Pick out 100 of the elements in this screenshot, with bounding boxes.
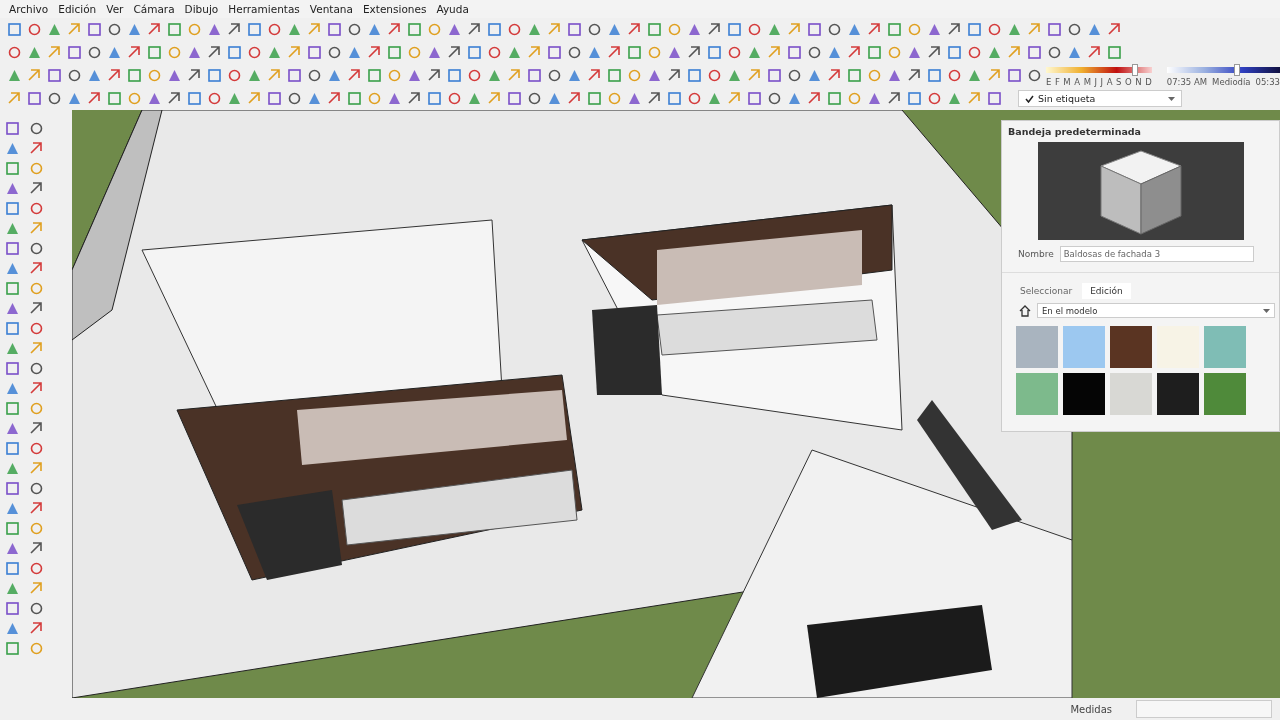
tool-icon[interactable] [586,44,603,61]
tool-icon[interactable] [4,180,21,197]
material-swatch[interactable] [1110,326,1152,368]
tool-icon[interactable] [106,44,123,61]
tool-icon[interactable] [986,90,1003,107]
tool-icon[interactable] [4,260,21,277]
tool-icon[interactable] [4,600,21,617]
tool-icon[interactable] [206,21,223,38]
menu-item[interactable]: Edición [53,3,102,15]
slider-thumb[interactable] [1233,64,1240,76]
tool-icon[interactable] [806,44,823,61]
tool-icon[interactable] [28,600,45,617]
tag-dropdown[interactable]: Sin etiqueta [1018,90,1182,107]
tool-icon[interactable] [926,90,943,107]
tool-icon[interactable] [28,440,45,457]
tool-icon[interactable] [28,560,45,577]
tool-icon[interactable] [166,67,183,84]
tool-icon[interactable] [4,560,21,577]
tool-icon[interactable] [106,21,123,38]
tool-icon[interactable] [66,44,83,61]
tool-icon[interactable] [4,480,21,497]
tool-icon[interactable] [506,21,523,38]
tool-icon[interactable] [346,21,363,38]
tool-icon[interactable] [846,21,863,38]
tool-icon[interactable] [546,67,563,84]
name-field[interactable]: Baldosas de fachada 3 [1059,246,1254,262]
tool-icon[interactable] [28,480,45,497]
tool-icon[interactable] [786,44,803,61]
tool-icon[interactable] [4,540,21,557]
tool-icon[interactable] [726,21,743,38]
tool-icon[interactable] [746,90,763,107]
time-slider[interactable] [1166,64,1280,76]
tool-icon[interactable] [1026,67,1043,84]
tool-icon[interactable] [746,21,763,38]
tool-icon[interactable] [46,90,63,107]
tool-icon[interactable] [326,21,343,38]
material-swatch[interactable] [1016,373,1058,415]
tool-icon[interactable] [786,90,803,107]
menu-item[interactable]: Herramientas [223,3,305,15]
menu-item[interactable]: Dibujo [179,3,224,15]
tray-tab[interactable]: Seleccionar [1012,283,1081,299]
menu-item[interactable]: Ventana [304,3,358,15]
tool-icon[interactable] [4,440,21,457]
tool-icon[interactable] [146,90,163,107]
tool-icon[interactable] [466,44,483,61]
tool-icon[interactable] [866,90,883,107]
material-swatch[interactable] [1157,373,1199,415]
tool-icon[interactable] [86,21,103,38]
tool-icon[interactable] [946,67,963,84]
tool-icon[interactable] [946,44,963,61]
tool-icon[interactable] [926,67,943,84]
tool-icon[interactable] [526,90,543,107]
tool-icon[interactable] [686,67,703,84]
tool-icon[interactable] [966,21,983,38]
tool-icon[interactable] [386,90,403,107]
material-swatch[interactable] [1063,373,1105,415]
tool-icon[interactable] [826,21,843,38]
tool-icon[interactable] [706,44,723,61]
month-slider[interactable] [1046,64,1152,76]
menu-item[interactable]: Ayuda [431,3,474,15]
tool-icon[interactable] [1006,67,1023,84]
tool-icon[interactable] [666,90,683,107]
tool-icon[interactable] [126,21,143,38]
tool-icon[interactable] [326,67,343,84]
material-swatch[interactable] [1204,373,1246,415]
tool-icon[interactable] [4,620,21,637]
tool-icon[interactable] [4,320,21,337]
tool-icon[interactable] [726,44,743,61]
tool-icon[interactable] [26,21,43,38]
tool-icon[interactable] [28,200,45,217]
tool-icon[interactable] [206,67,223,84]
tool-icon[interactable] [706,67,723,84]
tool-icon[interactable] [1026,44,1043,61]
slider-thumb[interactable] [1131,64,1138,76]
tool-icon[interactable] [1066,44,1083,61]
tool-icon[interactable] [1086,21,1103,38]
tool-icon[interactable] [446,21,463,38]
tool-icon[interactable] [506,90,523,107]
tool-icon[interactable] [1066,21,1083,38]
tool-icon[interactable] [28,120,45,137]
tool-icon[interactable] [566,21,583,38]
tool-icon[interactable] [1046,44,1063,61]
tool-icon[interactable] [826,44,843,61]
menu-item[interactable]: Ver [101,3,129,15]
material-swatch[interactable] [1063,326,1105,368]
tool-icon[interactable] [306,44,323,61]
tool-icon[interactable] [6,44,23,61]
tool-icon[interactable] [546,90,563,107]
tool-icon[interactable] [4,240,21,257]
material-swatch[interactable] [1016,326,1058,368]
tool-icon[interactable] [766,67,783,84]
tool-icon[interactable] [306,90,323,107]
tool-icon[interactable] [486,44,503,61]
menu-item[interactable]: Cámara [128,3,180,15]
tool-icon[interactable] [686,90,703,107]
tool-icon[interactable] [246,44,263,61]
tool-icon[interactable] [226,44,243,61]
tool-icon[interactable] [966,44,983,61]
tool-icon[interactable] [6,21,23,38]
tray-tab[interactable]: Edición [1082,283,1131,299]
